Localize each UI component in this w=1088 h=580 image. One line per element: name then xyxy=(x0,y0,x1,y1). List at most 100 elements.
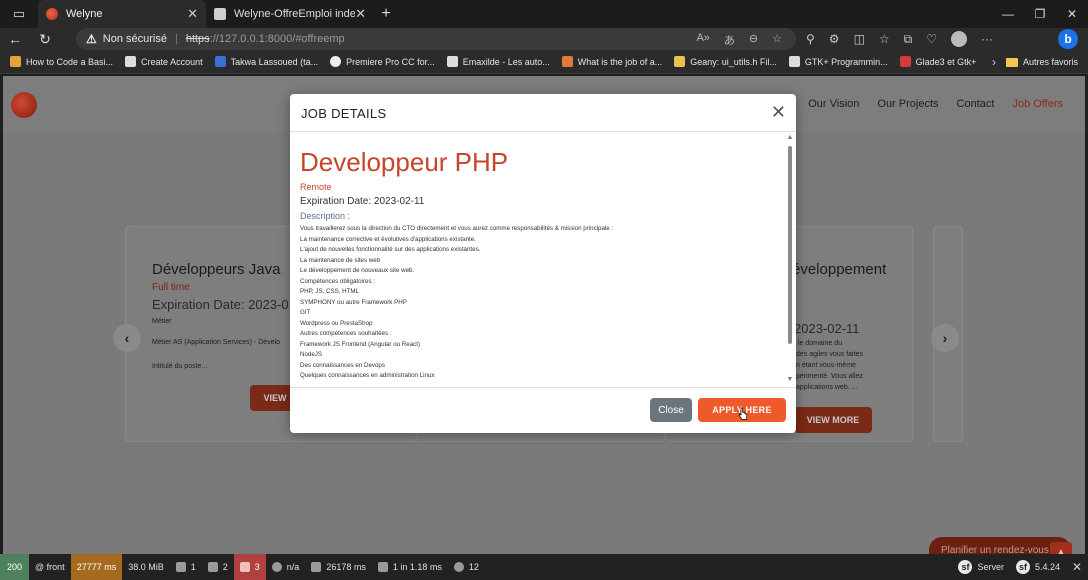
location-icon[interactable]: ⚲ xyxy=(806,32,815,46)
scroll-thumb[interactable] xyxy=(788,146,792,344)
database-panel[interactable]: 1 in 1.18 ms xyxy=(372,554,448,580)
window-controls: — ❐ ✕ xyxy=(992,0,1088,28)
tab-close-icon[interactable]: ✕ xyxy=(187,6,198,22)
close-window-icon[interactable]: ✕ xyxy=(1056,0,1088,28)
nav-link-contact[interactable]: Contact xyxy=(957,98,995,110)
nav-link-job-offers[interactable]: Job Offers xyxy=(1012,98,1063,110)
description-line: GIT xyxy=(300,309,311,316)
version-panel[interactable]: sf 5.4.24 xyxy=(1010,554,1066,580)
zoom-out-icon[interactable]: ⊖ xyxy=(749,32,758,48)
browser-toolbar: ⚲ ⚙ ◫ ☆ ⧉ ♡ ··· xyxy=(806,28,993,50)
carousel-next-icon[interactable]: › xyxy=(931,324,959,352)
bookmark-icon xyxy=(899,56,911,67)
translate-icon[interactable]: あ xyxy=(724,32,735,48)
restore-icon[interactable]: ❐ xyxy=(1024,0,1056,28)
profile-avatar[interactable] xyxy=(951,31,968,47)
errors-panel[interactable]: 3 xyxy=(233,554,266,580)
database-icon xyxy=(377,562,388,572)
tab-welyne[interactable]: Welyne ✕ xyxy=(38,0,206,28)
modal-footer: Close APPLY HERE xyxy=(290,387,796,433)
modal-body[interactable]: Developpeur PHP Remote Expiration Date: … xyxy=(290,133,786,387)
tab-title: Welyne-OffreEmploi index xyxy=(234,8,356,20)
scroll-down-icon[interactable]: ▼ xyxy=(786,376,794,384)
site-logo[interactable] xyxy=(11,92,37,118)
status-code[interactable]: 200 xyxy=(0,554,30,580)
refresh-icon[interactable]: ↻ xyxy=(30,31,60,48)
bookmark-item[interactable]: Premiere Pro CC for... xyxy=(330,56,435,67)
translation-panel[interactable]: 12 xyxy=(448,554,485,580)
bing-chat-icon[interactable]: b xyxy=(1058,29,1078,49)
bookmark-item[interactable]: Takwa Lassoued (ta... xyxy=(214,56,318,67)
warnings-panel[interactable]: 2 xyxy=(202,554,234,580)
more-menu-icon[interactable]: ··· xyxy=(981,32,993,46)
scroll-top-icon[interactable]: ▲ xyxy=(1050,542,1072,554)
memory-usage[interactable]: 38.0 MiB xyxy=(122,554,170,580)
modal-scrollbar[interactable]: ▲ ▼ xyxy=(786,134,794,386)
page-icon xyxy=(125,56,137,67)
split-screen-icon[interactable]: ◫ xyxy=(854,32,865,46)
description-line: Wordpress ou PrestaShop xyxy=(300,319,373,327)
job-card-line: des agiles vous faites xyxy=(796,351,863,358)
bookmark-icon xyxy=(674,56,686,67)
job-expiration: Expiration Date: 2023-02-11 xyxy=(300,196,425,207)
collections-icon[interactable]: ⧉ xyxy=(904,32,913,47)
user-panel[interactable]: n/a xyxy=(266,554,306,580)
route-name[interactable]: @ front xyxy=(29,554,71,580)
read-aloud-icon[interactable]: A» xyxy=(696,32,709,48)
description-label: Description : xyxy=(300,211,351,221)
url-separator: | xyxy=(174,33,178,45)
job-title: Developpeur PHP xyxy=(300,147,509,177)
description-line: Vous travaillerez sous la direction du C… xyxy=(300,225,614,232)
nav-link-our-vision[interactable]: Our Vision xyxy=(808,98,859,110)
minimize-icon[interactable]: — xyxy=(992,0,1024,28)
modal-title: JOB DETAILS xyxy=(301,106,387,121)
bookmark-icon xyxy=(10,56,21,67)
server-panel[interactable]: sf Server xyxy=(952,554,1010,580)
address-bar-row: ← ↻ ⚠ Non sécurisé | https://127.0.0.1:8… xyxy=(0,28,1088,50)
bookmark-icon xyxy=(330,56,342,67)
render-time-panel[interactable]: 26178 ms xyxy=(305,554,372,580)
bookmark-item[interactable]: Create Account xyxy=(125,56,203,67)
carousel-prev-icon[interactable]: ‹ xyxy=(113,324,141,352)
close-button[interactable]: Close xyxy=(650,398,692,422)
health-icon[interactable]: ♡ xyxy=(926,32,937,46)
bookmark-item[interactable]: GTK+ Programmin... xyxy=(788,56,888,67)
url-field[interactable]: ⚠ Non sécurisé | https://127.0.0.1:8000/… xyxy=(76,28,796,50)
modal-close-icon[interactable]: ✕ xyxy=(771,103,786,121)
forms-panel[interactable]: 1 xyxy=(170,554,202,580)
bookmark-item[interactable]: How to Code a Basi... xyxy=(10,56,113,67)
symfony-debug-toolbar: 200 @ front 27777 ms 38.0 MiB 1 2 3 n/a … xyxy=(0,554,1088,580)
close-toolbar-icon[interactable]: ✕ xyxy=(1066,554,1088,580)
bookmark-item[interactable]: What is the job of a... xyxy=(561,56,662,67)
view-more-button[interactable]: VIEW MORE xyxy=(794,407,872,433)
security-label[interactable]: Non sécurisé xyxy=(103,33,167,45)
job-card-type: Full time xyxy=(152,282,190,293)
welyne-favicon-icon xyxy=(46,8,58,20)
nav-link-our-projects[interactable]: Our Projects xyxy=(877,98,938,110)
chevron-right-icon[interactable]: › xyxy=(992,55,996,69)
bookmark-icon xyxy=(561,56,573,67)
job-card-title: éveloppement xyxy=(792,261,887,278)
site-nav: n Our Vision Our Projects Contact Job Of… xyxy=(784,98,1063,110)
description-list: Vous travaillerez sous la direction du C… xyxy=(300,224,780,382)
tab-offre-emploi[interactable]: Welyne-OffreEmploi index ✕ xyxy=(206,0,374,28)
extensions-icon[interactable]: ⚙ xyxy=(829,32,840,46)
description-line: Compétences obligatoires : xyxy=(300,277,375,285)
favorite-star-icon[interactable]: ☆ xyxy=(772,32,782,48)
url-text: https://127.0.0.1:8000/#offreemp xyxy=(185,33,345,45)
bookmark-item[interactable]: Emaxilde - Les auto... xyxy=(446,56,550,67)
back-icon[interactable]: ← xyxy=(0,31,30,47)
request-time[interactable]: 27777 ms xyxy=(70,554,123,580)
tab-actions-icon[interactable]: ▭ xyxy=(0,0,38,28)
tab-close-icon[interactable]: ✕ xyxy=(355,6,366,22)
scroll-up-icon[interactable]: ▲ xyxy=(786,134,794,142)
job-details-modal: JOB DETAILS ✕ Developpeur PHP Remote Exp… xyxy=(290,94,796,433)
job-card-title: Développeurs Java xyxy=(152,261,281,278)
job-card-expiration: Expiration Date: 2023-0 xyxy=(152,297,289,312)
favorites-icon[interactable]: ☆ xyxy=(879,32,890,46)
bookmark-item[interactable]: Glade3 et Gtk+ xyxy=(899,56,976,67)
other-favorites[interactable]: Autres favoris xyxy=(1005,50,1078,74)
symfony-right: sf Server sf 5.4.24 ✕ xyxy=(952,554,1088,580)
new-tab-button[interactable]: + xyxy=(374,5,398,23)
bookmark-item[interactable]: Geany: ui_utils.h Fil... xyxy=(674,56,777,67)
